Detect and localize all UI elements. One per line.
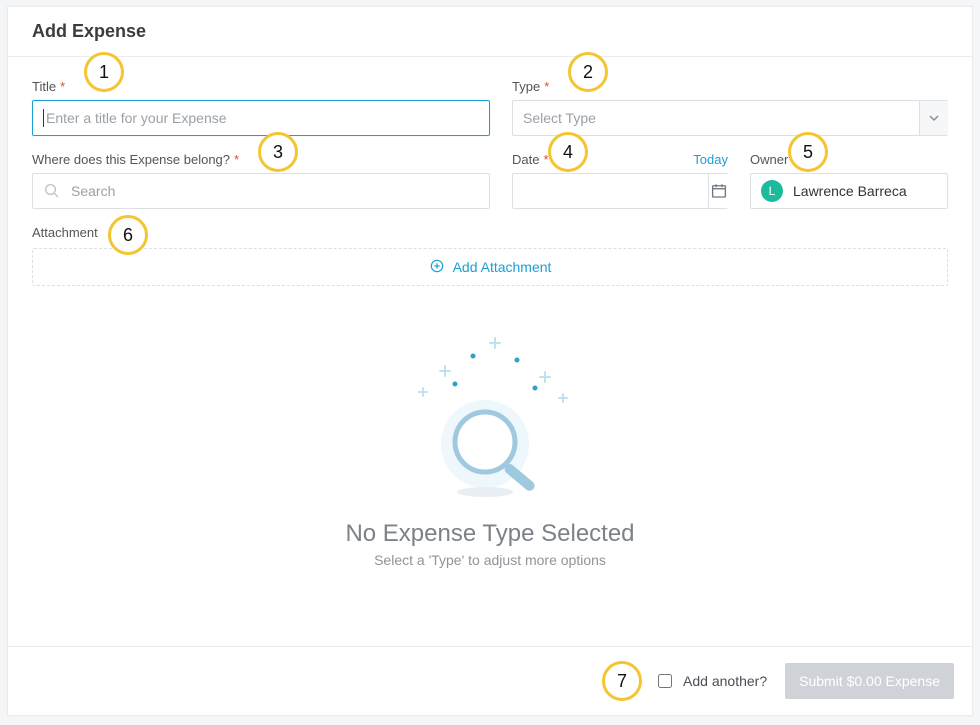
empty-state: No Expense Type Selected Select a 'Type'… xyxy=(32,334,948,568)
owner-value: Lawrence Barreca xyxy=(793,183,907,199)
belong-search[interactable] xyxy=(32,173,490,209)
form-row-2: Where does this Expense belong? * Date *… xyxy=(32,152,948,209)
plus-circle-icon xyxy=(429,258,445,277)
required-asterisk: * xyxy=(792,152,797,167)
title-input-wrapper[interactable] xyxy=(32,100,490,136)
date-input-wrapper[interactable] xyxy=(512,173,728,209)
date-input[interactable] xyxy=(523,182,708,200)
label-attachment: Attachment xyxy=(32,225,948,240)
required-asterisk: * xyxy=(60,79,65,94)
empty-state-illustration xyxy=(385,334,595,514)
required-asterisk: * xyxy=(543,152,548,167)
col-belong: Where does this Expense belong? * xyxy=(32,152,490,209)
modal-body: 1 2 3 4 5 6 Title * Type * xyxy=(8,57,972,568)
add-attachment-button[interactable]: Add Attachment xyxy=(32,248,948,286)
add-attachment-label: Add Attachment xyxy=(453,259,552,275)
belong-input[interactable] xyxy=(69,182,479,200)
add-another-checkbox-label[interactable]: Add another? xyxy=(654,671,767,691)
empty-state-heading: No Expense Type Selected xyxy=(345,520,634,548)
label-title: Title * xyxy=(32,79,490,94)
col-date: Date * Today xyxy=(512,152,728,209)
label-date: Date * Today xyxy=(512,152,728,167)
required-asterisk: * xyxy=(544,79,549,94)
avatar: L xyxy=(761,180,783,202)
label-owner: Owner * xyxy=(750,152,948,167)
label-owner-text: Owner xyxy=(750,152,788,167)
title-input[interactable] xyxy=(44,109,479,127)
label-type-text: Type xyxy=(512,79,540,94)
label-title-text: Title xyxy=(32,79,56,94)
add-another-text: Add another? xyxy=(683,673,767,689)
add-expense-modal: Add Expense 1 2 3 4 5 6 Title * xyxy=(7,6,973,716)
chevron-down-icon xyxy=(919,101,948,135)
type-select[interactable]: Select Type xyxy=(512,100,948,136)
add-another-checkbox[interactable] xyxy=(658,674,672,688)
owner-select[interactable]: L Lawrence Barreca xyxy=(750,173,948,209)
close-button[interactable] xyxy=(942,28,950,36)
search-icon xyxy=(43,182,61,200)
form-row-1: Title * Type * Select Type xyxy=(32,79,948,136)
label-belong: Where does this Expense belong? * xyxy=(32,152,490,167)
col-owner: Owner * L Lawrence Barreca xyxy=(750,152,948,209)
type-placeholder: Select Type xyxy=(523,110,596,126)
modal-header: Add Expense xyxy=(8,7,972,57)
calendar-icon[interactable] xyxy=(708,174,728,208)
col-type: Type * Select Type xyxy=(512,79,948,136)
col-title: Title * xyxy=(32,79,490,136)
empty-state-subtext: Select a 'Type' to adjust more options xyxy=(374,552,606,568)
modal-title: Add Expense xyxy=(32,21,146,42)
label-type: Type * xyxy=(512,79,948,94)
submit-button[interactable]: Submit $0.00 Expense xyxy=(785,663,954,699)
today-link[interactable]: Today xyxy=(693,152,728,167)
modal-footer: 7 Add another? Submit $0.00 Expense xyxy=(8,646,972,715)
label-date-text: Date xyxy=(512,152,539,167)
label-belong-text: Where does this Expense belong? xyxy=(32,152,230,167)
attachment-section: Attachment Add Attachment xyxy=(32,225,948,286)
annotation-7: 7 xyxy=(602,661,642,701)
required-asterisk: * xyxy=(234,152,239,167)
label-attachment-text: Attachment xyxy=(32,225,98,240)
